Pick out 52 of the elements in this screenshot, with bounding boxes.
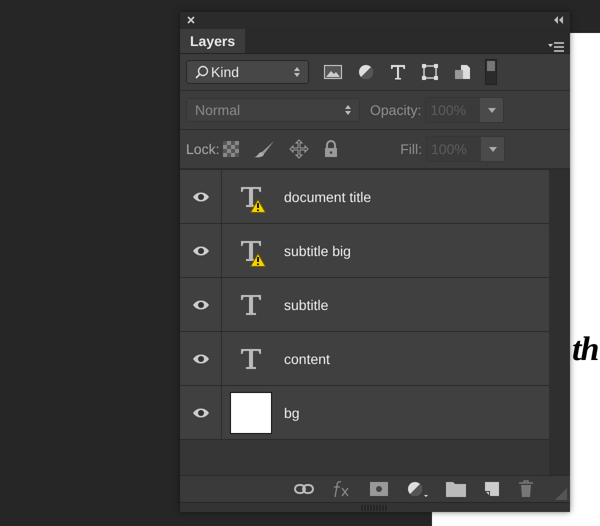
type-layer-icon — [239, 238, 263, 262]
panel-menu-icon[interactable] — [548, 41, 564, 53]
eye-icon[interactable] — [192, 352, 210, 364]
checkerboard-icon[interactable] — [223, 141, 240, 157]
layer-row[interactable]: document title — [180, 170, 549, 224]
transform-icon[interactable] — [421, 63, 439, 81]
new-layer-icon[interactable] — [484, 481, 500, 497]
layer-name: content — [284, 350, 330, 366]
layer-name: document title — [284, 188, 372, 204]
layer-name: bg — [284, 404, 300, 420]
lock-label: Lock: — [186, 141, 220, 157]
trash-icon[interactable] — [518, 480, 534, 498]
filter-dropdown[interactable]: Kind — [186, 60, 309, 84]
filter-value: Kind — [211, 64, 240, 80]
eye-icon[interactable] — [192, 244, 210, 256]
type-layer-icon — [239, 184, 263, 208]
canvas-text: th — [572, 333, 598, 367]
layer-name: subtitle big — [284, 242, 351, 258]
smart-object-icon[interactable] — [453, 63, 471, 81]
eye-icon[interactable] — [192, 298, 210, 310]
up-down-arrows-icon — [344, 104, 352, 116]
layer-row[interactable]: bg — [180, 386, 549, 440]
half-circle-icon[interactable] — [357, 63, 375, 81]
layer-name: subtitle — [284, 296, 328, 312]
image-icon[interactable] — [323, 63, 343, 81]
type-layer-icon — [239, 292, 263, 316]
folder-icon[interactable] — [446, 481, 466, 497]
eye-icon[interactable] — [192, 406, 210, 418]
up-down-arrows-icon — [293, 66, 301, 78]
fill-label: Fill: — [400, 141, 422, 157]
brush-icon[interactable] — [253, 140, 276, 158]
type-layer-icon — [239, 346, 263, 370]
layer-row[interactable]: subtitle big — [180, 224, 549, 278]
opacity-label: Opacity: — [370, 102, 422, 118]
scrollbar-track[interactable] — [549, 170, 570, 475]
close-icon[interactable] — [186, 15, 196, 25]
move-icon[interactable] — [289, 139, 310, 159]
panel-tab[interactable]: Layers — [180, 29, 246, 53]
blend-mode-value: Normal — [195, 102, 240, 118]
eye-icon[interactable] — [192, 190, 210, 202]
padlock-icon[interactable] — [323, 140, 340, 158]
layer-row[interactable]: subtitle — [180, 278, 549, 332]
search-icon — [195, 65, 209, 79]
resize-grip-icon[interactable] — [555, 488, 567, 500]
layer-row[interactable]: content — [180, 332, 549, 386]
half-circle-icon[interactable] — [406, 480, 428, 498]
type-icon[interactable] — [389, 63, 407, 81]
collapse-icon[interactable] — [554, 16, 564, 24]
link-icon[interactable] — [294, 483, 314, 495]
filter-toggle-icon[interactable] — [485, 59, 497, 85]
mask-icon[interactable] — [370, 482, 388, 496]
layer-thumbnail — [230, 392, 272, 434]
